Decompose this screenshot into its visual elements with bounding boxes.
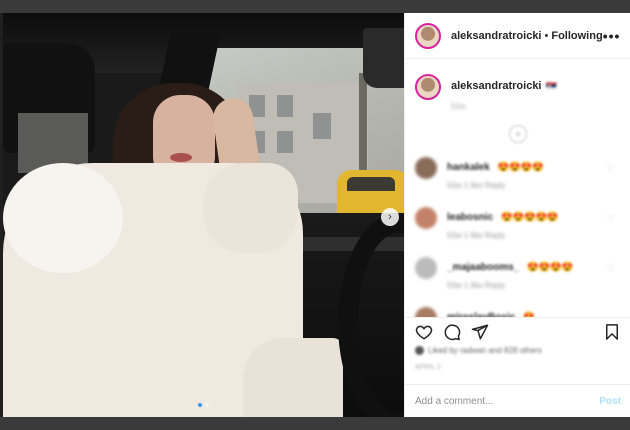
following-button[interactable]: Following bbox=[551, 30, 602, 42]
comment-meta[interactable]: 50w 1 like Reply bbox=[447, 181, 543, 190]
comment-like-icon[interactable]: ♡ bbox=[607, 213, 615, 224]
commenter-avatar[interactable] bbox=[415, 157, 437, 179]
author-avatar[interactable] bbox=[415, 22, 441, 49]
comment-text: 😍😍😍😍😍 bbox=[500, 212, 559, 223]
header-separator: • bbox=[544, 29, 549, 42]
bookmark-icon[interactable] bbox=[603, 323, 621, 341]
comment-item: miroslavBosic 😍 bbox=[405, 307, 630, 317]
post-caption: aleksandratroicki 🇷🇸 bbox=[405, 60, 630, 100]
carousel-dot bbox=[205, 403, 209, 407]
commenter-username[interactable]: _majaabooms_ bbox=[447, 262, 519, 273]
carousel-dots bbox=[198, 403, 209, 407]
post-modal: › aleksandratroicki • Following ••• alek… bbox=[0, 13, 630, 417]
carousel-dot bbox=[198, 403, 202, 407]
liked-by[interactable]: Liked by radwan and 828 others bbox=[415, 346, 542, 355]
comment-meta[interactable]: 50w 1 like Reply bbox=[447, 281, 573, 290]
caption-time: 50w bbox=[451, 102, 466, 111]
post-header: aleksandratroicki • Following ••• bbox=[405, 13, 630, 59]
comment-icon[interactable] bbox=[443, 323, 461, 341]
comment-meta[interactable]: 50w 1 like Reply bbox=[447, 231, 558, 240]
comment-like-icon[interactable]: ♡ bbox=[607, 163, 615, 174]
commenter-avatar[interactable] bbox=[415, 307, 437, 317]
caption-username[interactable]: aleksandratroicki bbox=[451, 80, 542, 100]
post-comment-button[interactable]: Post bbox=[599, 396, 621, 407]
comment-text: 😍😍😍😍 bbox=[497, 162, 544, 173]
caption-avatar[interactable] bbox=[415, 74, 441, 100]
post-photo[interactable]: › bbox=[3, 13, 404, 417]
liker-avatar bbox=[415, 346, 424, 355]
author-username[interactable]: aleksandratroicki bbox=[451, 30, 542, 42]
more-icon[interactable]: ••• bbox=[603, 28, 621, 44]
add-comment-bar: Post bbox=[405, 384, 630, 417]
share-icon[interactable] bbox=[471, 323, 489, 341]
comment-input[interactable] bbox=[415, 395, 600, 407]
likes-text: Liked by radwan and 828 others bbox=[428, 346, 542, 355]
caption-text: 🇷🇸 bbox=[545, 81, 557, 91]
comment-text: 😍😍😍😍 bbox=[526, 262, 574, 273]
post-date[interactable]: APRIL 2 bbox=[415, 364, 441, 371]
comment-item: hankalek 😍😍😍😍 50w 1 like Reply ♡ bbox=[405, 157, 630, 193]
commenter-username[interactable]: leabosnic bbox=[447, 212, 493, 223]
chevron-right-icon: › bbox=[388, 211, 392, 223]
comment-like-icon[interactable]: ♡ bbox=[607, 263, 615, 274]
commenter-avatar[interactable] bbox=[415, 257, 437, 279]
heart-icon[interactable] bbox=[415, 323, 433, 341]
comment-item: leabosnic 😍😍😍😍😍 50w 1 like Reply ♡ bbox=[405, 207, 630, 243]
load-more-comments-button[interactable]: + bbox=[509, 125, 527, 143]
comments-list[interactable]: aleksandratroicki 🇷🇸 50w + hankalek 😍😍😍😍… bbox=[405, 60, 630, 317]
post-actions bbox=[405, 317, 630, 345]
carousel-next-button[interactable]: › bbox=[381, 208, 399, 226]
commenter-avatar[interactable] bbox=[415, 207, 437, 229]
comment-item: _majaabooms_ 😍😍😍😍 50w 1 like Reply ♡ bbox=[405, 257, 630, 293]
commenter-username[interactable]: hankalek bbox=[447, 162, 490, 173]
post-side-panel: aleksandratroicki • Following ••• aleksa… bbox=[404, 13, 630, 417]
